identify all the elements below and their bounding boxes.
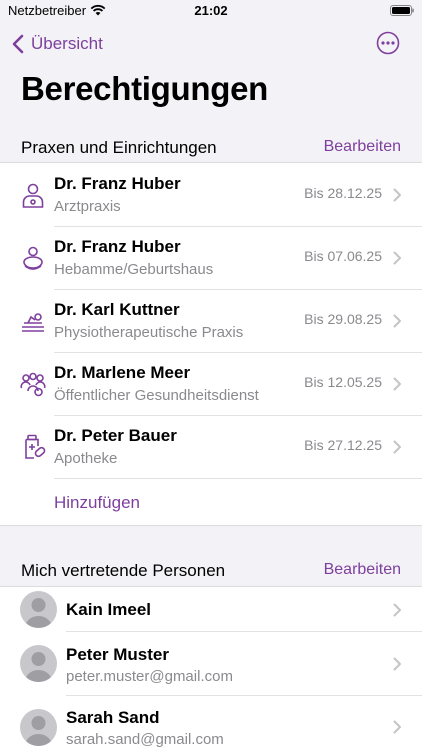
- battery-icon: [390, 5, 414, 16]
- practice-name: Dr. Karl Kuttner: [54, 300, 180, 319]
- chevron-right-icon: [393, 377, 401, 391]
- practice-name: Dr. Peter Bauer: [54, 426, 177, 445]
- person-row[interactable]: Sarah Sand sarah.sand@gmail.com: [0, 696, 422, 750]
- more-options-icon[interactable]: [376, 31, 400, 55]
- clock: 21:02: [194, 3, 228, 18]
- practice-type: Physiotherapeutische Praxis: [54, 324, 244, 341]
- avatar: [20, 645, 57, 682]
- status-bar: Netzbetreiber 21:02: [0, 0, 422, 24]
- permission-expiry: Bis 28.12.25: [304, 185, 382, 201]
- add-practice-button[interactable]: Hinzufügen: [54, 493, 140, 513]
- practice-row[interactable]: Dr. Karl Kuttner Physiotherapeutische Pr…: [0, 289, 422, 353]
- person-name: Peter Muster: [66, 645, 169, 664]
- navigation-bar: Übersicht: [0, 28, 422, 60]
- representatives-section-header: Mich vertretende Personen Bearbeiten: [0, 555, 422, 585]
- practices-edit-button[interactable]: Bearbeiten: [324, 138, 401, 156]
- person-email: sarah.sand@gmail.com: [66, 731, 224, 748]
- public-health-icon: [20, 372, 46, 397]
- chevron-left-icon: [12, 34, 24, 54]
- representatives-section-title: Mich vertretende Personen: [21, 561, 226, 580]
- practice-row[interactable]: Dr. Peter Bauer Apotheke Bis 27.12.25: [0, 415, 422, 479]
- person-silhouette-icon: [25, 652, 52, 682]
- practice-type: Öffentlicher Gesundheitsdienst: [54, 387, 259, 404]
- doctor-icon: [22, 183, 44, 208]
- practice-type: Hebamme/Geburtshaus: [54, 261, 214, 278]
- back-button[interactable]: Übersicht: [12, 32, 103, 56]
- chevron-right-icon: [393, 657, 401, 671]
- permission-expiry: Bis 29.08.25: [304, 311, 382, 327]
- practices-section-header: Praxen und Einrichtungen Bearbeiten: [0, 132, 422, 162]
- chevron-right-icon: [393, 603, 401, 617]
- page-title: Berechtigungen: [21, 70, 268, 107]
- person-silhouette-icon: [25, 598, 52, 628]
- chevron-right-icon: [393, 440, 401, 454]
- person-name: Sarah Sand: [66, 708, 160, 727]
- practice-type: Arztpraxis: [54, 198, 121, 215]
- chevron-right-icon: [393, 720, 401, 734]
- practice-name: Dr. Marlene Meer: [54, 363, 191, 382]
- person-row[interactable]: Peter Muster peter.muster@gmail.com: [0, 632, 422, 696]
- practices-section-title: Praxen und Einrichtungen: [21, 138, 217, 157]
- permission-expiry: Bis 07.06.25: [304, 248, 382, 264]
- permission-expiry: Bis 12.05.25: [304, 374, 382, 390]
- physiotherapy-icon: [22, 313, 44, 332]
- permission-expiry: Bis 27.12.25: [304, 437, 382, 453]
- practice-row[interactable]: Dr. Franz Huber Hebamme/Geburtshaus Bis …: [0, 226, 422, 290]
- chevron-right-icon: [393, 188, 401, 202]
- pharmacy-icon: [25, 434, 46, 459]
- midwife-icon: [23, 246, 43, 270]
- person-name: Kain Imeel: [66, 600, 152, 619]
- chevron-right-icon: [393, 314, 401, 328]
- chevron-right-icon: [393, 251, 401, 265]
- practices-list: Dr. Franz Huber Arztpraxis Bis 28.12.25 …: [0, 162, 422, 526]
- practice-type: Apotheke: [54, 450, 118, 467]
- practice-row[interactable]: Dr. Marlene Meer Öffentlicher Gesundheit…: [0, 352, 422, 416]
- representatives-edit-button[interactable]: Bearbeiten: [324, 561, 401, 579]
- person-email: peter.muster@gmail.com: [66, 668, 233, 685]
- avatar: [20, 709, 57, 746]
- back-button-label: Übersicht: [31, 34, 103, 53]
- person-row[interactable]: Kain Imeel: [0, 587, 422, 632]
- representatives-list: Kain Imeel Peter Muster peter.muster@gma…: [0, 586, 422, 750]
- avatar: [20, 591, 57, 628]
- practice-name: Dr. Franz Huber: [54, 174, 181, 193]
- person-silhouette-icon: [25, 716, 52, 746]
- row-divider: [54, 478, 422, 479]
- practice-row[interactable]: Dr. Franz Huber Arztpraxis Bis 28.12.25: [0, 163, 422, 227]
- practice-name: Dr. Franz Huber: [54, 237, 181, 256]
